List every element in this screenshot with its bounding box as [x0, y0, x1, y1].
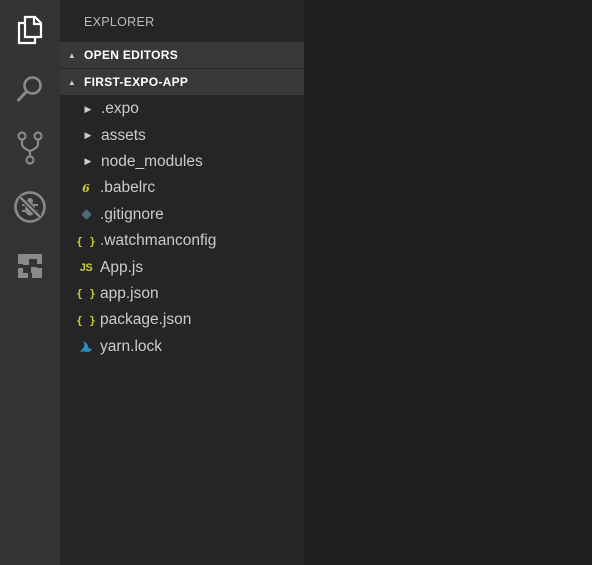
- json-icon: { }: [76, 234, 96, 248]
- tree-file-watchmanconfig[interactable]: { } .watchmanconfig: [60, 228, 304, 254]
- tree-item-label: package.json: [100, 311, 192, 329]
- tree-item-label: .expo: [101, 100, 139, 118]
- activity-source-control[interactable]: [0, 118, 60, 177]
- vscode-window: EXPLORER ▲ OPEN EDITORS ▲ FIRST-EXPO-APP…: [0, 0, 592, 565]
- collapse-triangle-icon: ▲: [67, 77, 77, 87]
- search-icon: [17, 75, 42, 101]
- tree-file-app-js[interactable]: JS App.js: [60, 254, 304, 280]
- tree-file-app-json[interactable]: { } app.json: [60, 281, 304, 307]
- source-control-icon: [17, 130, 43, 165]
- tree-file-yarn-lock[interactable]: yarn.lock: [60, 334, 304, 360]
- tree-item-label: App.js: [100, 258, 144, 276]
- yarn-icon: [78, 340, 94, 354]
- editor-area[interactable]: [304, 0, 592, 565]
- debug-icon: [14, 190, 46, 223]
- activity-bar: [0, 0, 60, 565]
- js-icon: JS: [79, 261, 93, 274]
- tree-item-label: yarn.lock: [100, 337, 163, 355]
- tree-folder-assets[interactable]: ▶ assets: [60, 122, 304, 148]
- tree-item-label: .watchmanconfig: [100, 232, 217, 250]
- tree-file-gitignore[interactable]: .gitignore: [60, 202, 304, 228]
- tree-file-package-json[interactable]: { } package.json: [60, 307, 304, 333]
- extensions-icon: [18, 253, 42, 278]
- files-icon: [17, 15, 43, 44]
- tree-item-label: app.json: [100, 284, 159, 302]
- activity-debug[interactable]: [0, 177, 60, 236]
- project-label: FIRST-EXPO-APP: [84, 75, 189, 89]
- activity-explorer[interactable]: [0, 0, 60, 59]
- tree-item-label: .gitignore: [100, 205, 164, 223]
- sidebar-title: EXPLORER: [84, 15, 155, 29]
- open-editors-header[interactable]: ▲ OPEN EDITORS: [60, 42, 304, 68]
- tree-item-label: node_modules: [101, 152, 203, 170]
- file-tree: ▶ .expo ▶ assets ▶ node_modules 6 .babel…: [60, 95, 304, 360]
- tree-file-babelrc[interactable]: 6 .babelrc: [60, 175, 304, 201]
- project-header[interactable]: ▲ FIRST-EXPO-APP: [60, 69, 304, 95]
- tree-folder-expo[interactable]: ▶ .expo: [60, 96, 304, 122]
- activity-extensions[interactable]: [0, 236, 60, 295]
- open-editors-label: OPEN EDITORS: [84, 48, 179, 62]
- tree-item-label: .babelrc: [100, 179, 156, 197]
- babel-icon: 6: [82, 181, 90, 195]
- json-icon: { }: [76, 313, 96, 327]
- chevron-right-icon: ▶: [84, 156, 92, 167]
- collapse-triangle-icon: ▲: [67, 50, 77, 60]
- chevron-right-icon: ▶: [84, 130, 92, 141]
- tree-folder-node-modules[interactable]: ▶ node_modules: [60, 149, 304, 175]
- explorer-sidebar: EXPLORER ▲ OPEN EDITORS ▲ FIRST-EXPO-APP…: [60, 0, 304, 565]
- json-icon: { }: [76, 287, 96, 301]
- chevron-right-icon: ▶: [84, 103, 92, 114]
- activity-search[interactable]: [0, 59, 60, 118]
- tree-item-label: assets: [101, 126, 146, 144]
- git-icon: [78, 209, 94, 220]
